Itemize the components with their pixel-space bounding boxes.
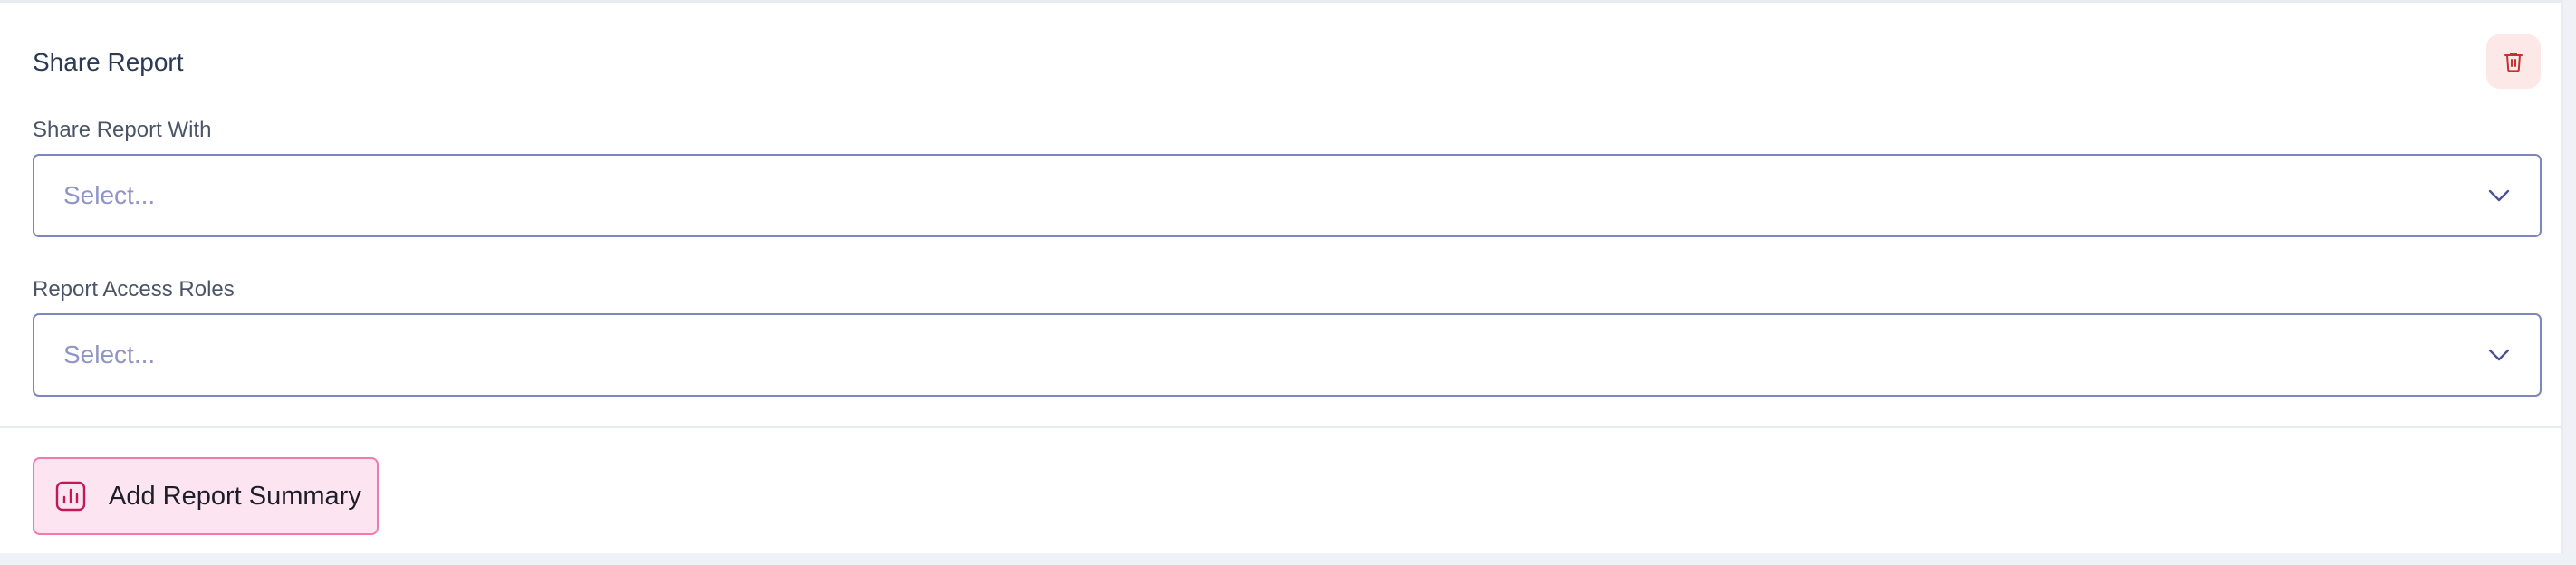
section-title: Share Report — [33, 48, 184, 76]
share-with-select[interactable]: Select... — [33, 154, 2542, 237]
add-report-summary-label: Add Report Summary — [109, 481, 361, 511]
access-roles-select[interactable]: Select... — [33, 313, 2542, 397]
chevron-down-icon — [2487, 188, 2511, 203]
chevron-down-icon — [2487, 348, 2511, 362]
access-roles-label: Report Access Roles — [33, 277, 235, 302]
access-roles-placeholder: Select... — [63, 340, 156, 369]
section-divider — [0, 426, 2561, 428]
add-report-summary-button[interactable]: Add Report Summary — [33, 457, 379, 535]
delete-section-button[interactable] — [2486, 34, 2541, 89]
trash-icon — [2504, 51, 2523, 72]
bar-chart-icon — [54, 480, 87, 512]
share-report-panel: Share Report Share Report With Select...… — [0, 0, 2563, 553]
share-with-label: Share Report With — [33, 118, 212, 142]
share-with-placeholder: Select... — [63, 181, 156, 209]
